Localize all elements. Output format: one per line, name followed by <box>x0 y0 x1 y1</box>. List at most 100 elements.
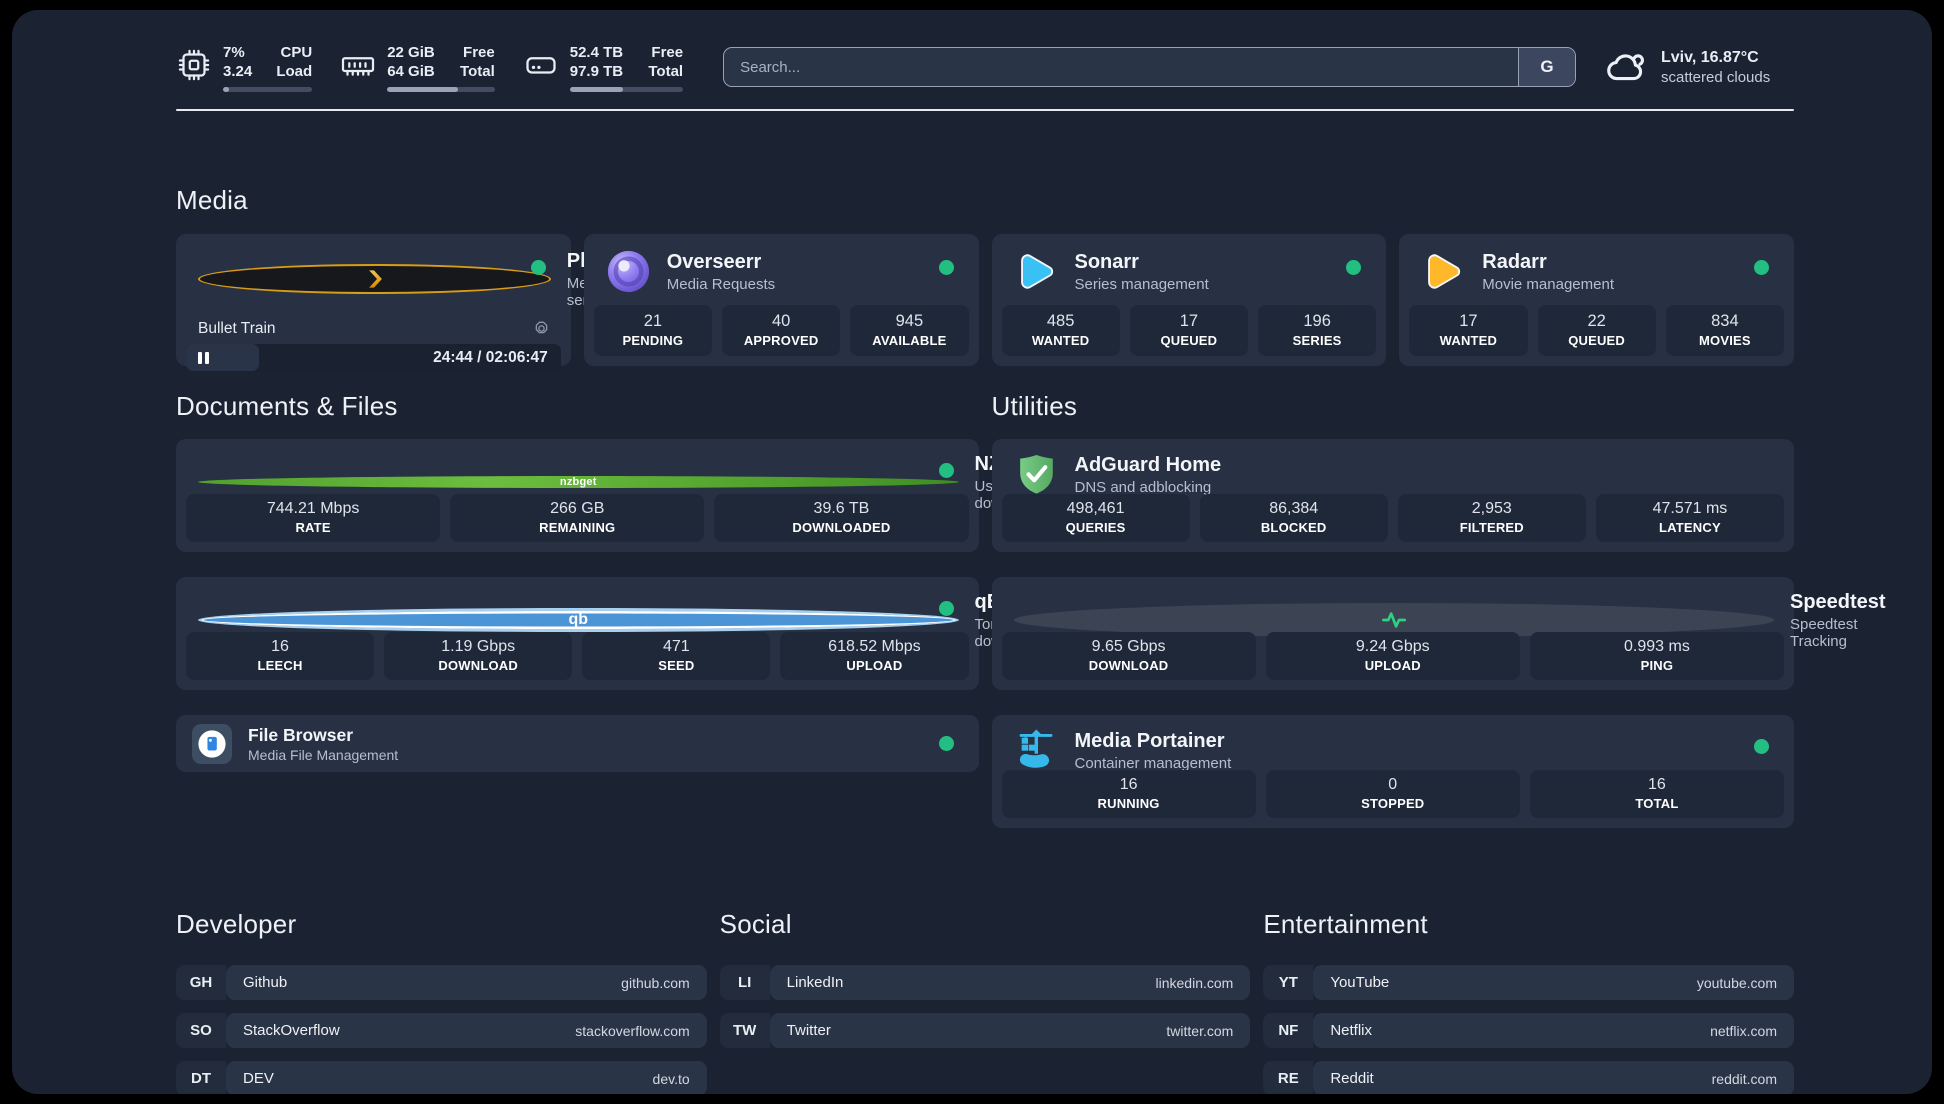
dashboard: 7% 3.24 CPU Load 22 GiB 64 GiB Free Tota… <box>12 10 1932 1094</box>
section-title-developer: Developer <box>176 909 297 939</box>
memory-total-label: Total <box>460 62 495 80</box>
weather-widget: Lviv, 16.87°C scattered clouds <box>1604 45 1794 89</box>
now-playing-title: Bullet Train <box>198 319 276 337</box>
stat-queued: 22 QUEUED <box>1537 305 1656 356</box>
link-badge: GH <box>176 965 226 1000</box>
link-badge: TW <box>719 1013 770 1048</box>
app-title: Media Portainer <box>1074 730 1225 752</box>
status-dot <box>1754 739 1769 754</box>
app-subtitle: Speedtest Tracking <box>1790 616 1858 650</box>
link-linkedin[interactable]: LI LinkedIn linkedin.com <box>719 965 1251 1000</box>
utilities-column: Utilities AdGuard Home DNS and adblockin… <box>991 391 1886 853</box>
plex-icon <box>198 264 551 294</box>
section-title-entertainment: Entertainment <box>1263 909 1428 939</box>
link-name: Twitter <box>786 1022 831 1039</box>
memory-free-label: Free <box>463 43 495 61</box>
app-card-portainer[interactable]: Media Portainer Container management 16 R… <box>991 715 1794 828</box>
section-title-utilities: Utilities <box>991 391 1078 421</box>
status-dot <box>1754 260 1769 275</box>
developer-column: Developer GH Github github.com SO StackO… <box>176 909 707 1094</box>
stat-latency: 47.571 ms LATENCY <box>1595 494 1784 542</box>
app-card-nzbget[interactable]: nzbget NZBGet Usenet downloader 744.21 M… <box>176 439 1052 552</box>
app-subtitle: Series management <box>1074 276 1209 293</box>
playback-progressbar: 24:44 / 02:06:47 <box>186 344 561 371</box>
link-badge: YT <box>1263 965 1314 1000</box>
cpu-progressbar <box>223 86 313 92</box>
stat-rate: 744.21 Mbps RATE <box>186 494 441 542</box>
app-card-plex[interactable]: Plex Media server Bullet Train 24:44 / 0… <box>176 234 608 371</box>
section-title-media: Media <box>176 185 248 215</box>
section-title-documents: Documents & Files <box>176 391 398 421</box>
link-domain: twitter.com <box>1166 1022 1234 1039</box>
status-dot <box>530 260 546 275</box>
cpu-load-value: 3.24 <box>223 62 253 80</box>
stat-leech: 16 LEECH <box>186 632 375 680</box>
radarr-icon <box>1421 249 1466 294</box>
link-name: DEV <box>243 1070 274 1087</box>
stat-stopped: 0 STOPPED <box>1265 770 1520 818</box>
sonarr-icon <box>1014 249 1059 294</box>
link-domain: youtube.com <box>1696 974 1777 991</box>
search-bar: G <box>723 47 1576 87</box>
adguard-icon <box>1014 452 1059 497</box>
disk-free-value: 52.4 TB <box>569 43 624 61</box>
stat-seed: 471 SEED <box>582 632 771 680</box>
pause-icon <box>198 351 209 364</box>
link-domain: dev.to <box>652 1070 690 1087</box>
cpu-usage-value: 7% <box>223 43 245 61</box>
stat-movies: 834 MOVIES <box>1665 305 1784 356</box>
link-stackoverflow[interactable]: SO StackOverflow stackoverflow.com <box>176 1013 707 1048</box>
app-card-radarr[interactable]: Radarr Movie management 17 WANTED 22 QUEUE… <box>1399 234 1794 366</box>
memory-total-value: 64 GiB <box>387 62 435 80</box>
stat-download: 9.65 Gbps DOWNLOAD <box>1001 632 1256 680</box>
disk-total-value: 97.9 TB <box>569 62 624 80</box>
stat-queued: 17 QUEUED <box>1129 305 1248 356</box>
link-name: Reddit <box>1330 1070 1374 1087</box>
link-domain: stackoverflow.com <box>575 1022 690 1039</box>
playback-time: 24:44 / 02:06:47 <box>433 348 548 366</box>
stat-queries: 498,461 QUERIES <box>1001 494 1190 542</box>
app-subtitle: Media File Management <box>248 746 399 763</box>
app-card-filebrowser[interactable]: File Browser Media File Management <box>176 715 979 772</box>
link-github[interactable]: GH Github github.com <box>176 965 707 1000</box>
stat-wanted: 485 WANTED <box>1001 305 1120 356</box>
cpu-monitor: 7% 3.24 CPU Load <box>176 43 313 92</box>
link-reddit[interactable]: RE Reddit reddit.com <box>1263 1061 1794 1094</box>
link-badge: LI <box>719 965 770 1000</box>
app-subtitle: Media Requests <box>666 276 776 293</box>
link-name: LinkedIn <box>786 974 844 991</box>
session-settings-icon <box>535 321 548 334</box>
app-subtitle: Movie management <box>1482 276 1614 293</box>
app-card-overseerr[interactable]: Overseerr Media Requests 21 PENDING 40 APP… <box>583 234 979 366</box>
app-card-speedtest[interactable]: Speedtest Speedtest Tracking 9.65 Gbps DO… <box>991 577 1886 690</box>
overseerr-icon <box>606 249 651 294</box>
search-engine-button[interactable]: G <box>1518 48 1575 86</box>
cpu-icon <box>178 49 210 80</box>
link-twitter[interactable]: TW Twitter twitter.com <box>719 1013 1251 1048</box>
stat-remaining: 266 GB REMAINING <box>450 494 705 542</box>
link-youtube[interactable]: YT YouTube youtube.com <box>1263 965 1794 1000</box>
app-title: Radarr <box>1482 251 1547 273</box>
memory-icon <box>342 56 375 76</box>
link-dev[interactable]: DT DEV dev.to <box>176 1061 707 1094</box>
app-card-sonarr[interactable]: Sonarr Series management 485 WANTED 17 QUE… <box>991 234 1387 366</box>
stat-series: 196 SERIES <box>1258 305 1377 356</box>
stat-downloaded: 39.6 TB DOWNLOADED <box>714 494 969 542</box>
app-card-adguard[interactable]: AdGuard Home DNS and adblocking 498,461 Q… <box>991 439 1794 552</box>
status-dot <box>938 736 954 751</box>
disk-monitor: 52.4 TB 97.9 TB Free Total <box>523 43 684 92</box>
search-input[interactable] <box>724 48 1518 86</box>
link-netflix[interactable]: NF Netflix netflix.com <box>1263 1013 1794 1048</box>
social-column: Social LI LinkedIn linkedin.com TW Twitt… <box>719 909 1251 1094</box>
status-dot <box>938 260 954 275</box>
app-title: Speedtest <box>1790 591 1886 613</box>
app-card-qbittorrent[interactable]: qb qBittorrent Torrent downloader 16LEEC… <box>176 577 1078 690</box>
weather-location-temp: Lviv, 16.87°C <box>1661 48 1759 66</box>
stat-download: 1.19 Gbps DOWNLOAD <box>384 632 573 680</box>
link-badge: DT <box>176 1061 226 1094</box>
link-name: Netflix <box>1330 1022 1373 1039</box>
link-domain: reddit.com <box>1711 1070 1777 1087</box>
portainer-icon <box>1014 728 1059 773</box>
link-name: YouTube <box>1330 974 1390 991</box>
cpu-label: CPU <box>280 43 313 61</box>
